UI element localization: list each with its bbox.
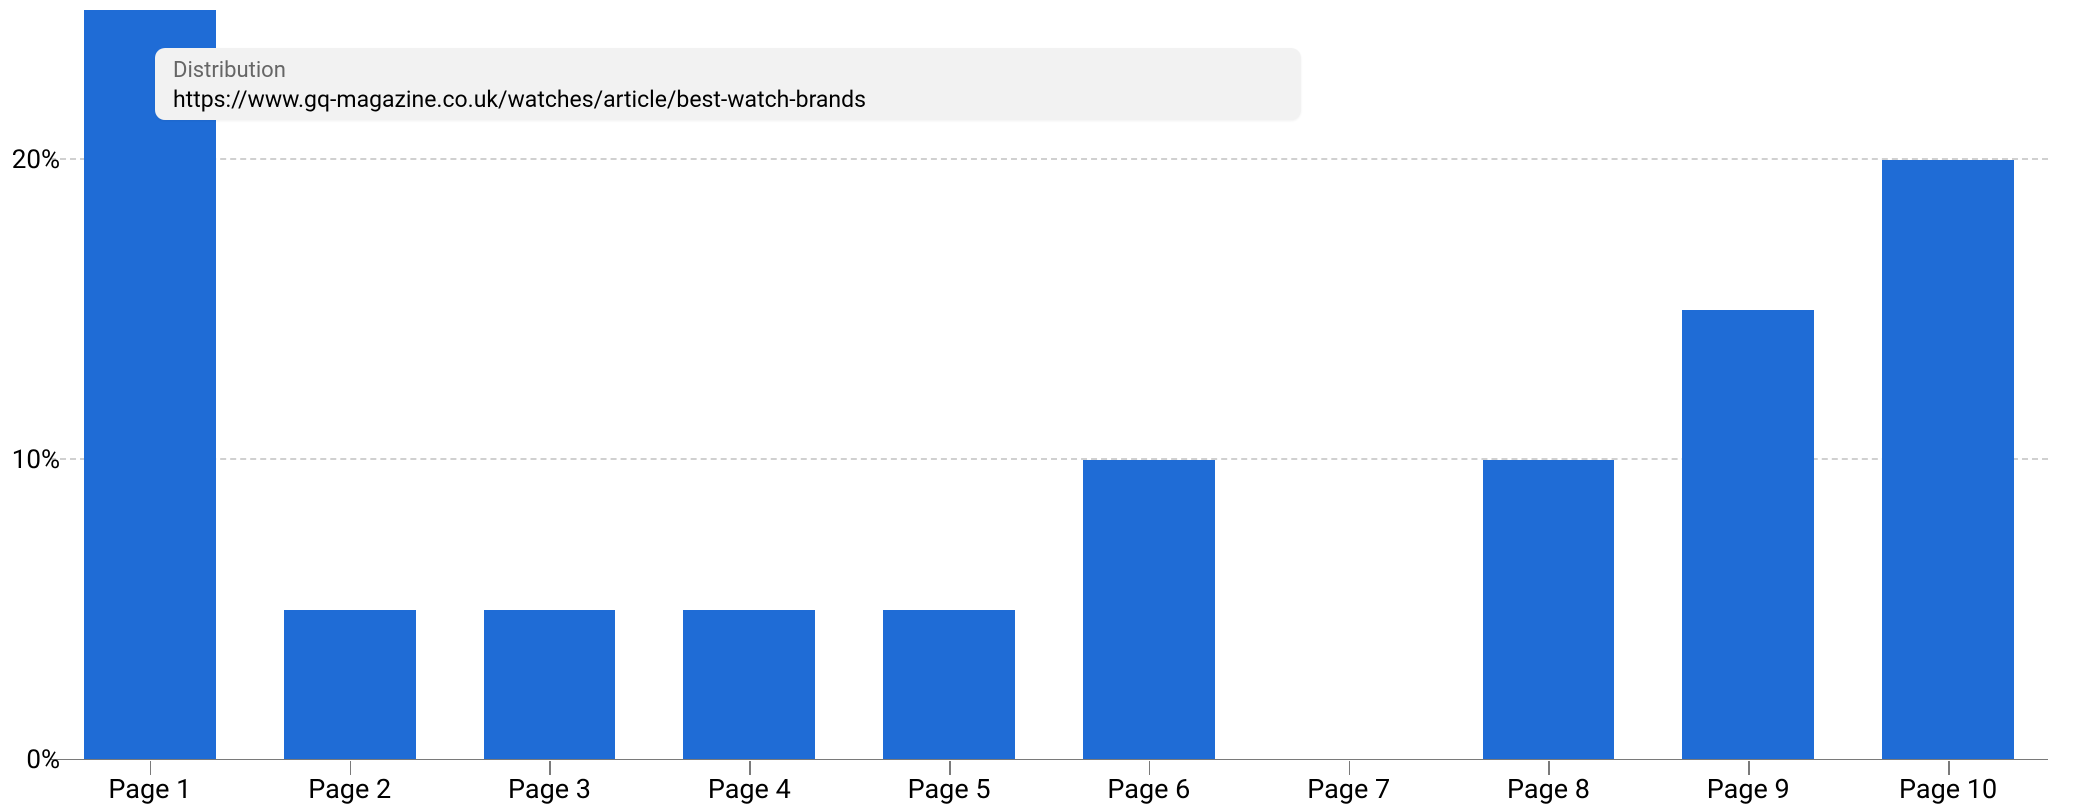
- x-tick-label: Page 3: [450, 773, 650, 805]
- x-tick-label: Page 7: [1249, 773, 1449, 805]
- bar-slot: [849, 10, 1049, 760]
- tooltip-value: https://www.gq-magazine.co.uk/watches/ar…: [173, 86, 1283, 114]
- bar[interactable]: [484, 610, 616, 760]
- x-tick: [749, 761, 751, 775]
- x-tick: [549, 761, 551, 775]
- bar-slot: [450, 10, 650, 760]
- x-tick-label: Page 9: [1648, 773, 1848, 805]
- x-tick-label: Page 1: [50, 773, 250, 805]
- x-tick: [150, 761, 152, 775]
- x-tick-label: Page 6: [1049, 773, 1249, 805]
- bar-slot: [250, 10, 450, 760]
- bar-slot: [50, 10, 250, 760]
- x-axis-line: [50, 759, 2048, 760]
- bar-slot: [1449, 10, 1649, 760]
- bar[interactable]: [1483, 460, 1615, 760]
- x-tick-label: Page 2: [250, 773, 450, 805]
- x-tick: [1349, 761, 1351, 775]
- bar-slot: [1648, 10, 1848, 760]
- plot-area: 0%10%20%: [50, 10, 2048, 760]
- x-tick-label: Page 10: [1848, 773, 2048, 805]
- tooltip-title: Distribution: [173, 58, 1283, 84]
- chart-container: 0%10%20% Page 1Page 2Page 3Page 4Page 5P…: [0, 0, 2078, 810]
- x-axis-labels: Page 1Page 2Page 3Page 4Page 5Page 6Page…: [50, 773, 2048, 805]
- x-tick-label: Page 8: [1449, 773, 1649, 805]
- x-tick: [350, 761, 352, 775]
- bar[interactable]: [1882, 160, 2014, 760]
- y-tick-label: 10%: [5, 445, 60, 475]
- x-tick: [1948, 761, 1950, 775]
- tooltip: Distribution https://www.gq-magazine.co.…: [155, 48, 1301, 120]
- bar-slot: [1848, 10, 2048, 760]
- x-tick: [1548, 761, 1550, 775]
- x-tick-label: Page 4: [649, 773, 849, 805]
- x-tick: [1748, 761, 1750, 775]
- x-tick: [949, 761, 951, 775]
- y-tick-label: 0%: [5, 745, 60, 775]
- bars-group: [50, 10, 2048, 760]
- bar-slot: [649, 10, 849, 760]
- bar[interactable]: [1682, 310, 1814, 760]
- bar[interactable]: [284, 610, 416, 760]
- x-tick-label: Page 5: [849, 773, 1049, 805]
- bar[interactable]: [84, 10, 216, 760]
- y-tick-label: 20%: [5, 145, 60, 175]
- bar[interactable]: [883, 610, 1015, 760]
- bar[interactable]: [683, 610, 815, 760]
- bar-slot: [1249, 10, 1449, 760]
- bar[interactable]: [1083, 460, 1215, 760]
- bar-slot: [1049, 10, 1249, 760]
- x-tick: [1149, 761, 1151, 775]
